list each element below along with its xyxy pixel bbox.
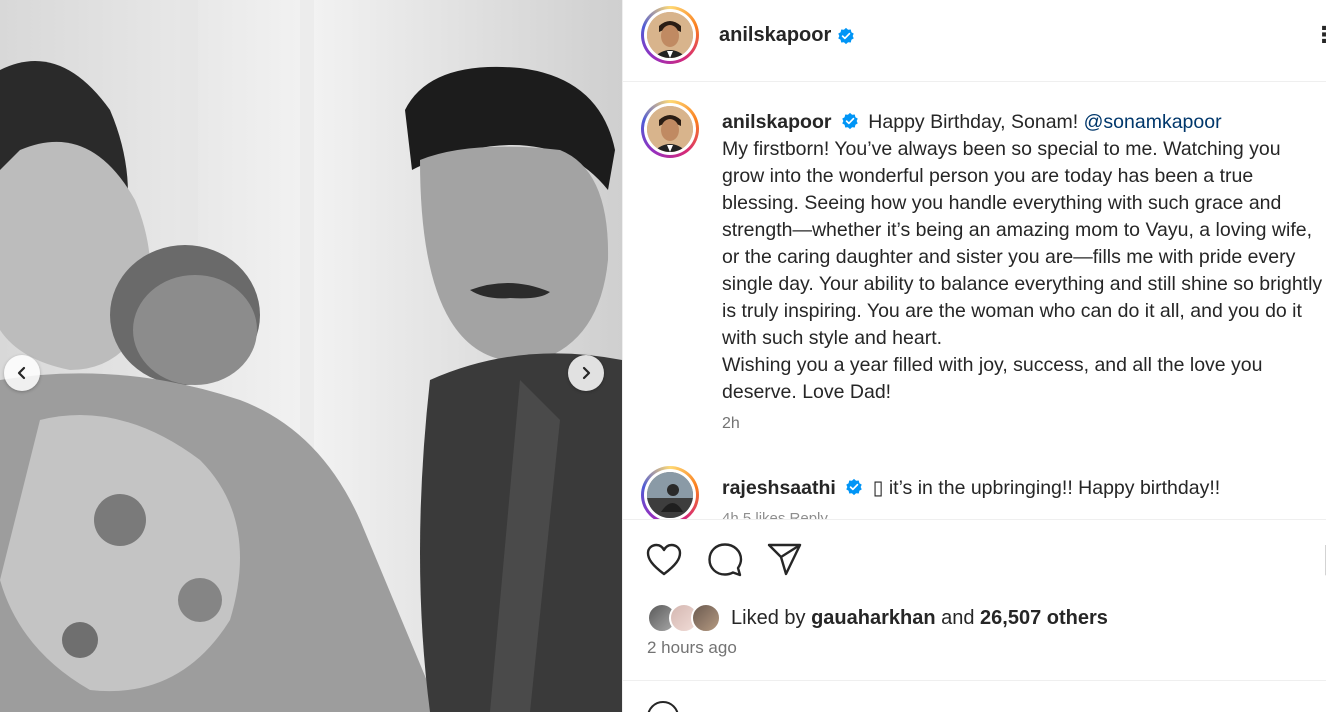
emoji-icon[interactable] bbox=[647, 701, 679, 712]
comment-emoji-glyph: ▯ bbox=[872, 477, 884, 499]
avatar-image bbox=[647, 472, 693, 518]
likes-prefix: Liked by bbox=[731, 606, 806, 629]
comments-area[interactable]: anilskapoor Happy Birthday, Sonam! @sona… bbox=[623, 83, 1326, 520]
more-options-button[interactable]: ⋮ bbox=[1313, 24, 1326, 46]
comment-text: it’s in the upbringing!! Happy birthday!… bbox=[888, 477, 1221, 499]
post-caption: anilskapoor Happy Birthday, Sonam! @sona… bbox=[722, 109, 1325, 406]
verified-badge-icon bbox=[842, 113, 858, 130]
likes-row: Liked by gauaharkhan and 26,507 others bbox=[647, 602, 1108, 634]
post-side-panel: anilskapoor ⋮ anilskapoor Happy Birthday… bbox=[622, 0, 1326, 712]
next-photo-button[interactable] bbox=[568, 355, 604, 391]
likes-count[interactable]: 26,507 others bbox=[980, 607, 1108, 629]
share-button[interactable] bbox=[766, 541, 804, 579]
comment-meta: 4h 5 likes Reply bbox=[722, 510, 828, 520]
liker-username[interactable]: gauaharkhan bbox=[811, 607, 935, 629]
comment-button[interactable] bbox=[706, 541, 744, 579]
caption-mention-link[interactable]: @sonamkapoor bbox=[1084, 111, 1222, 133]
verified-badge-icon bbox=[838, 27, 855, 44]
commenter-username[interactable]: rajeshsaathi bbox=[722, 477, 836, 499]
caption-author-avatar[interactable] bbox=[641, 100, 699, 158]
caption-title: Happy Birthday, Sonam! bbox=[868, 111, 1079, 133]
avatar-image bbox=[647, 12, 693, 58]
chevron-right-icon bbox=[582, 366, 591, 380]
chevron-left-icon bbox=[17, 366, 26, 380]
comment-row: rajeshsaathi ▯ it’s in the upbringing!! … bbox=[722, 475, 1220, 502]
add-comment-bar bbox=[623, 680, 1326, 712]
like-button[interactable] bbox=[645, 541, 683, 579]
verified-badge-icon bbox=[846, 479, 862, 496]
liker-avatars[interactable] bbox=[647, 603, 725, 633]
commenter-avatar[interactable] bbox=[641, 466, 699, 519]
post-photo[interactable] bbox=[0, 0, 622, 712]
caption-body: My firstborn! You’ve always been so spec… bbox=[722, 138, 1323, 403]
send-icon bbox=[767, 543, 802, 576]
caption-timestamp[interactable]: 2h bbox=[722, 415, 740, 433]
author-username-row: anilskapoor bbox=[719, 24, 855, 47]
caption-author-username[interactable]: anilskapoor bbox=[722, 111, 831, 133]
author-username[interactable]: anilskapoor bbox=[719, 24, 831, 47]
previous-photo-button[interactable] bbox=[4, 355, 40, 391]
heart-icon bbox=[646, 543, 682, 576]
comment-icon bbox=[708, 543, 743, 577]
avatar-image bbox=[647, 106, 693, 152]
likes-joiner: and bbox=[941, 606, 975, 629]
post-timestamp[interactable]: 2 hours ago bbox=[647, 638, 737, 658]
post-header: anilskapoor ⋮ bbox=[623, 0, 1326, 82]
likes-summary[interactable]: Liked by gauaharkhan and 26,507 others bbox=[731, 607, 1108, 630]
author-avatar[interactable] bbox=[641, 6, 699, 64]
post-actions bbox=[623, 535, 1326, 585]
save-button[interactable] bbox=[1313, 541, 1326, 579]
liker-avatar bbox=[691, 603, 721, 633]
photo-scene bbox=[0, 0, 622, 712]
